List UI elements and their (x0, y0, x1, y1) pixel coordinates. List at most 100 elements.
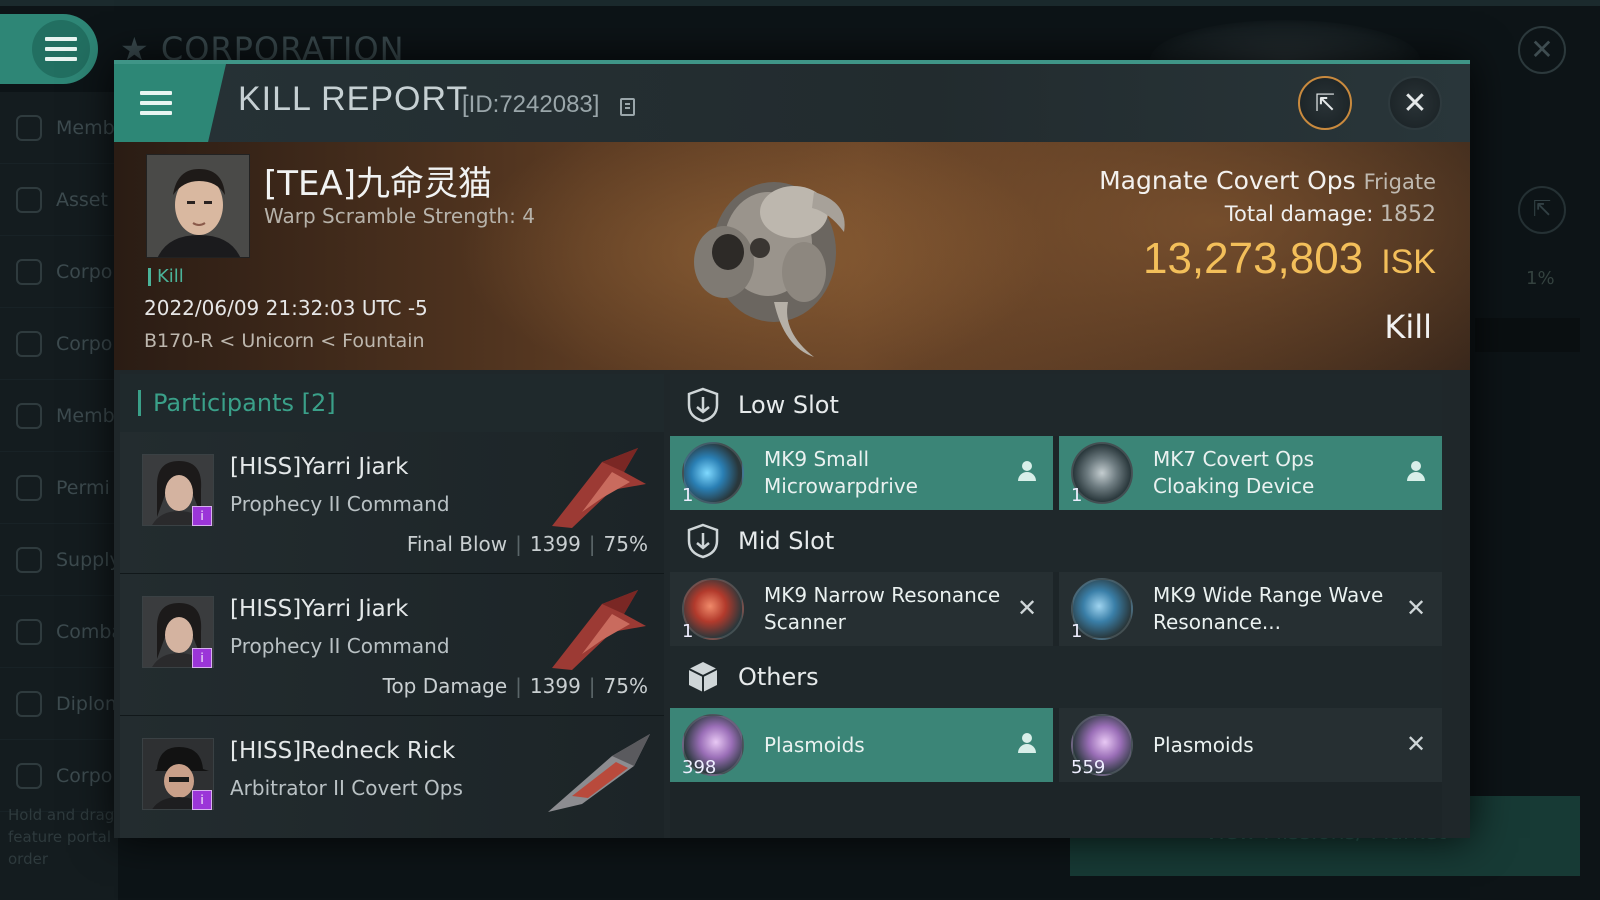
sidebar-item-assets[interactable]: Asset (0, 164, 118, 236)
fitting-item[interactable]: 1 MK7 Covert Ops Cloaking Device (1059, 436, 1442, 510)
item-quantity: 1 (682, 621, 694, 642)
report-id: [ID:7242083] (462, 91, 600, 118)
sidebar-item-permissions[interactable]: Permi Manag (0, 452, 118, 524)
kill-report-modal: KILL REPORT [ID:7242083] ⇱ ✕ [TEA]九命灵猫 W… (114, 60, 1470, 838)
sidebar-item-corp-1[interactable]: Corpo (0, 236, 118, 308)
participant-row[interactable]: i [HISS]Yarri Jiark Prophecy II Command … (120, 432, 664, 574)
destroyed-x-icon: ✕ (1016, 594, 1038, 622)
menu-icon (140, 91, 172, 115)
copy-icon[interactable] (620, 98, 635, 116)
dropped-person-icon (1404, 460, 1428, 484)
dropped-person-icon (1015, 732, 1039, 756)
participant-role: Top Damage (382, 674, 508, 698)
item-quantity: 398 (682, 757, 717, 778)
sidebar-item-corp-2[interactable]: Corpo (0, 308, 118, 380)
low-slot-header: Low Slot (670, 374, 1442, 436)
victim-portrait[interactable] (146, 154, 250, 258)
drone-badge-icon: i (192, 790, 212, 810)
mid-slot-header: Mid Slot (670, 510, 1442, 572)
participant-ship: Prophecy II Command (230, 634, 450, 658)
permission-icon (16, 474, 42, 501)
participant-ship-icon[interactable] (542, 442, 654, 532)
participant-role: Final Blow (406, 532, 508, 556)
fitting-item[interactable]: 398 Plasmoids (670, 708, 1053, 782)
participant-damage: 1399 (529, 674, 581, 698)
fitting-item[interactable]: 1 MK9 Small Microwarpdrive (670, 436, 1053, 510)
item-name: Plasmoids (1153, 733, 1254, 757)
assets-icon (16, 186, 42, 213)
participant-ship-icon[interactable] (542, 584, 654, 674)
participant-percent: 75% (603, 532, 648, 556)
item-quantity: 1 (1071, 621, 1083, 642)
members-icon (16, 114, 42, 141)
modal-menu-button[interactable] (114, 64, 226, 142)
fitting-item[interactable]: 1 MK9 Narrow Resonance Scanner ✕ (670, 572, 1053, 646)
shield-icon (687, 387, 719, 423)
participant-row[interactable]: i [HISS]Yarri Jiark Prophecy II Command … (120, 574, 664, 716)
victim-name: [TEA]九命灵猫 (264, 164, 493, 204)
sidebar-item-supply[interactable]: Supply (0, 524, 118, 596)
warp-scramble-strength: Warp Scramble Strength: 4 (264, 204, 535, 228)
kill-location[interactable]: B170-R < Unicorn < Fountain (144, 330, 425, 352)
fitting-item[interactable]: 1 MK9 Wide Range Wave Resonance... ✕ (1059, 572, 1442, 646)
background-percent: 1% (1526, 268, 1555, 289)
close-icon: ✕ (1402, 85, 1428, 121)
item-name: MK9 Small Microwarpdrive (764, 447, 918, 498)
participant-ship: Prophecy II Command (230, 492, 450, 516)
participant-name: [HISS]Yarri Jiark (230, 596, 409, 622)
isk-unit: ISK (1381, 243, 1436, 281)
share-button[interactable]: ⇱ (1298, 76, 1352, 130)
participant-row[interactable]: i [HISS]Redneck Rick Arbitrator II Cover… (120, 716, 664, 838)
shield-icon (687, 523, 719, 559)
diplomacy-icon (16, 690, 42, 717)
participant-ship-icon[interactable] (542, 726, 654, 816)
chart-icon (16, 258, 42, 285)
isk-value: 13,273,803 ISK (1142, 234, 1436, 283)
item-name: Plasmoids (764, 733, 865, 757)
sidebar-item-members[interactable]: Memb (0, 92, 118, 164)
participant-stats: Top Damage | 1399 | 75% (382, 674, 648, 698)
participants-panel: Participants [2] i [HISS]Yarri Jiark Pro… (120, 374, 664, 838)
fitting-item[interactable]: 559 Plasmoids ✕ (1059, 708, 1442, 782)
item-quantity: 1 (682, 485, 694, 506)
pie-icon (16, 330, 42, 357)
victim-ship-name: Magnate Covert Ops Frigate (1099, 166, 1436, 195)
participants-header: Participants [2] (120, 374, 664, 432)
background-bar (1475, 318, 1580, 352)
participant-name: [HISS]Yarri Jiark (230, 454, 409, 480)
external-link-icon: ⇱ (1314, 89, 1336, 117)
background-close-icon[interactable]: ✕ (1518, 26, 1566, 74)
sidebar-item-diplomacy[interactable]: Diplom (0, 668, 118, 740)
kill-tag: Kill (148, 268, 184, 286)
swords-icon (16, 618, 42, 645)
sidebar-item-member-applications[interactable]: Memb Applic (0, 380, 118, 452)
cube-icon (688, 662, 718, 692)
total-damage-value: 1852 (1380, 202, 1436, 227)
dropped-person-icon (1015, 460, 1039, 484)
drone-badge-icon: i (192, 648, 212, 668)
supply-icon (16, 546, 42, 573)
item-quantity: 1 (1071, 485, 1083, 506)
background-menu-button[interactable] (0, 14, 98, 84)
modal-title: KILL REPORT (238, 80, 469, 118)
mid-slot-row: 1 MK9 Narrow Resonance Scanner ✕ 1 MK9 W… (670, 572, 1442, 646)
others-row: 398 Plasmoids 559 Plasmoids ✕ (670, 708, 1442, 782)
item-quantity: 559 (1071, 757, 1106, 778)
victim-ship-icon[interactable] (664, 152, 884, 362)
background-sidebar: Memb Asset Corpo Corpo Memb Applic Permi… (0, 92, 118, 900)
participant-stats: Final Blow | 1399 | 75% (406, 532, 648, 556)
participant-ship: Arbitrator II Covert Ops (230, 776, 463, 800)
destroyed-x-icon: ✕ (1405, 594, 1427, 622)
background-hint: Hold and drag feature portal order (8, 806, 115, 868)
fitting-panel: Low Slot 1 MK9 Small Microwarpdrive 1 MK… (670, 374, 1442, 838)
background-external-icon[interactable]: ⇱ (1518, 186, 1566, 234)
item-name: MK7 Covert Ops Cloaking Device (1153, 447, 1315, 498)
participant-name: [HISS]Redneck Rick (230, 738, 456, 764)
others-header: Others (670, 646, 1442, 708)
participant-percent: 75% (603, 674, 648, 698)
sidebar-item-combat[interactable]: Comba (0, 596, 118, 668)
document-icon (16, 762, 42, 789)
sidebar-item-corp-3[interactable]: Corpo (0, 740, 118, 812)
participant-damage: 1399 (529, 532, 581, 556)
close-button[interactable]: ✕ (1388, 76, 1442, 130)
